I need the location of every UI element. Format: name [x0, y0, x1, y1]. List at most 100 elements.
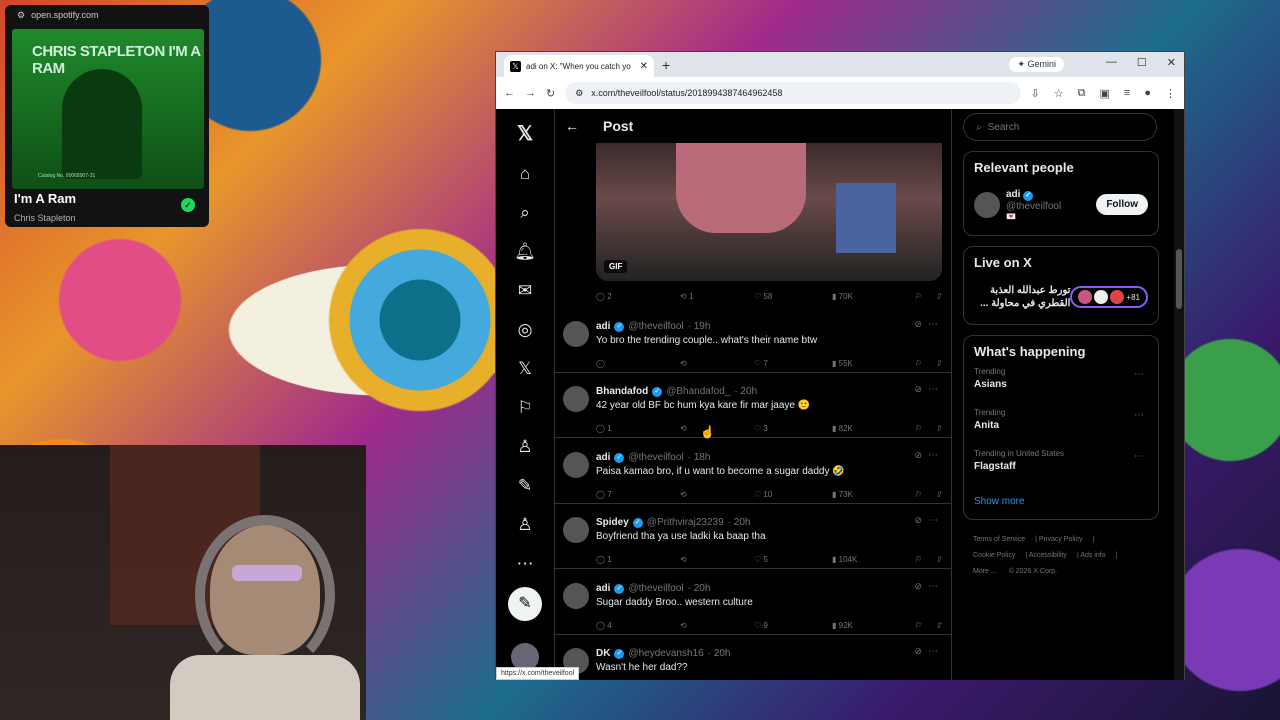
- profile-icon[interactable]: ●: [1144, 87, 1151, 100]
- live-item[interactable]: تورط عبدالله العذبة القطري في محاولة ...…: [974, 278, 1148, 316]
- reply-more-icon[interactable]: ⋯: [928, 515, 938, 526]
- reply-button[interactable]: ◯ 2: [596, 292, 680, 301]
- reply-more-icon[interactable]: ⋯: [928, 581, 938, 592]
- more-nav-icon[interactable]: ⋯: [505, 544, 545, 583]
- trend-more-icon[interactable]: ⋯: [1134, 369, 1144, 380]
- forward-arrow-icon[interactable]: →: [525, 87, 536, 99]
- reply-post[interactable]: adi ✓ @theveilfool · 20h ⊘ ⋯ Sugar daddy…: [555, 575, 951, 635]
- trend-item[interactable]: Trending Asians ⋯: [974, 367, 1148, 408]
- footer-link[interactable]: Accessibility: [1029, 552, 1067, 559]
- maximize-icon[interactable]: ☐: [1137, 56, 1147, 69]
- messages-icon[interactable]: ✉: [505, 271, 545, 310]
- live-participants[interactable]: +81: [1070, 286, 1148, 308]
- bookmark-icon[interactable]: ⚐: [914, 621, 921, 630]
- jobs-icon[interactable]: ♙: [505, 427, 545, 466]
- articles-icon[interactable]: ✎: [505, 466, 545, 505]
- reply-post[interactable]: DK ✓ @heydevansh16 · 20h ⊘ ⋯ Wasn't he h…: [555, 640, 951, 680]
- bookmark-icon[interactable]: ⚐: [914, 292, 921, 301]
- reply-author-name[interactable]: Bhandafod: [596, 386, 648, 397]
- notifications-icon[interactable]: 🔔︎: [505, 232, 545, 271]
- trend-more-icon[interactable]: ⋯: [1134, 451, 1144, 462]
- reply-avatar[interactable]: [563, 583, 589, 609]
- back-button-icon[interactable]: ←: [565, 118, 579, 134]
- settings-icon[interactable]: ⚙: [17, 10, 25, 21]
- post-gif-media[interactable]: GIF: [596, 143, 942, 281]
- trend-item[interactable]: Trending in United States Flagstaff ⋯: [974, 449, 1148, 490]
- share-icon[interactable]: ⇧: [935, 292, 942, 301]
- reply-button[interactable]: ◯: [596, 359, 680, 368]
- bookmark-star-icon[interactable]: ☆: [1054, 87, 1064, 100]
- reply-more-icon[interactable]: ⋯: [928, 384, 938, 395]
- like-button[interactable]: ♡ 5: [754, 555, 832, 564]
- grok-explain-icon[interactable]: ⊘: [914, 646, 922, 657]
- grok-explain-icon[interactable]: ⊘: [914, 515, 922, 526]
- reply-handle[interactable]: @Bhandafod_: [666, 386, 730, 397]
- close-window-icon[interactable]: ✕: [1167, 56, 1176, 69]
- reply-handle[interactable]: @theveilfool: [628, 452, 683, 463]
- reply-button[interactable]: ◯ 1: [596, 424, 680, 433]
- site-info-icon[interactable]: ⚙: [575, 88, 583, 99]
- reply-time[interactable]: · 20h: [728, 517, 751, 528]
- reply-author-name[interactable]: adi: [596, 452, 610, 463]
- saved-check-icon[interactable]: ✓: [181, 198, 195, 212]
- reply-handle[interactable]: @heydevansh16: [628, 648, 703, 659]
- new-tab-button[interactable]: +: [662, 57, 670, 73]
- footer-link[interactable]: Privacy Policy: [1039, 536, 1083, 543]
- menu-dots-icon[interactable]: ⋮: [1165, 87, 1176, 100]
- views-stat[interactable]: ▮ 82K: [832, 424, 910, 433]
- reply-author-name[interactable]: adi: [596, 321, 610, 332]
- reply-handle[interactable]: @theveilfool: [628, 583, 683, 594]
- install-icon[interactable]: ⇩: [1031, 87, 1040, 100]
- reply-time[interactable]: · 20h: [708, 648, 731, 659]
- reply-time[interactable]: · 19h: [688, 321, 711, 332]
- repost-button[interactable]: ⟲: [680, 424, 754, 433]
- grok-explain-icon[interactable]: ⊘: [914, 384, 922, 395]
- reply-button[interactable]: ◯ 7: [596, 490, 680, 499]
- compose-post-button[interactable]: ✎: [508, 587, 542, 621]
- reply-button[interactable]: ◯ 1: [596, 555, 680, 564]
- reply-time[interactable]: · 20h: [734, 386, 757, 397]
- minimize-icon[interactable]: —: [1106, 56, 1117, 69]
- reply-button[interactable]: ◯ 4: [596, 621, 680, 630]
- follow-button[interactable]: Follow: [1096, 194, 1148, 215]
- home-icon[interactable]: ⌂: [505, 154, 545, 193]
- like-button[interactable]: ♡ 9: [754, 621, 832, 630]
- repost-button[interactable]: ⟲: [680, 555, 754, 564]
- bookmark-icon[interactable]: ⚐: [914, 555, 921, 564]
- reply-time[interactable]: · 18h: [688, 452, 711, 463]
- scrollbar-thumb[interactable]: [1176, 249, 1182, 309]
- grok-explain-icon[interactable]: ⊘: [914, 450, 922, 461]
- footer-link[interactable]: Ads info: [1080, 552, 1105, 559]
- search-icon[interactable]: ⌕: [505, 193, 545, 232]
- reply-post[interactable]: adi ✓ @theveilfool · 19h ⊘ ⋯ Yo bro the …: [555, 313, 951, 373]
- x-logo-icon[interactable]: 𝕏: [505, 115, 545, 154]
- address-bar[interactable]: ⚙ x.com/theveilfool/status/2018994387464…: [565, 82, 1021, 104]
- views-stat[interactable]: ▮ 70K: [832, 292, 910, 301]
- tab-close-icon[interactable]: ✕: [640, 61, 648, 72]
- reply-post[interactable]: adi ✓ @theveilfool · 18h ⊘ ⋯ Paisa kamao…: [555, 444, 951, 504]
- like-button[interactable]: ♡ 10: [754, 490, 832, 499]
- footer-link[interactable]: Cookie Policy: [973, 552, 1015, 559]
- extensions-icon[interactable]: ⧉: [1078, 87, 1086, 100]
- repost-button[interactable]: ⟲ 1: [680, 292, 754, 301]
- page-scrollbar[interactable]: [1174, 109, 1184, 680]
- footer-link[interactable]: More ...: [973, 568, 997, 575]
- reply-time[interactable]: · 20h: [688, 583, 711, 594]
- views-stat[interactable]: ▮ 55K: [832, 359, 910, 368]
- trend-more-icon[interactable]: ⋯: [1134, 410, 1144, 421]
- reply-avatar[interactable]: [563, 517, 589, 543]
- reply-author-name[interactable]: Spidey: [596, 517, 629, 528]
- reply-more-icon[interactable]: ⋯: [928, 319, 938, 330]
- split-view-icon[interactable]: ▣: [1100, 87, 1110, 100]
- person-avatar[interactable]: [974, 192, 1000, 218]
- reply-author-name[interactable]: adi: [596, 583, 610, 594]
- back-arrow-icon[interactable]: ←: [504, 87, 515, 99]
- bookmark-icon[interactable]: ⚐: [914, 490, 921, 499]
- repost-button[interactable]: ⟲: [680, 359, 754, 368]
- views-stat[interactable]: ▮ 73K: [832, 490, 910, 499]
- media-icon[interactable]: ≡: [1124, 87, 1130, 100]
- grok-explain-icon[interactable]: ⊘: [914, 319, 922, 330]
- reload-icon[interactable]: ↻: [546, 87, 555, 100]
- views-stat[interactable]: ▮ 104K: [832, 555, 910, 564]
- reply-handle[interactable]: @theveilfool: [628, 321, 683, 332]
